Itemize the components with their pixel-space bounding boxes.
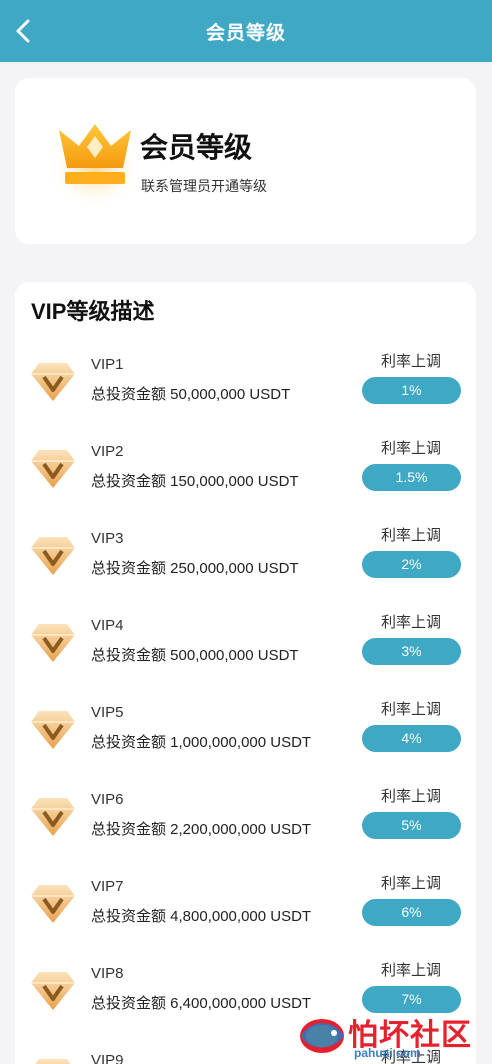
diamond-v-icon: [29, 707, 77, 751]
watermark-logo: 怕坏社区 pahuai.com: [296, 1006, 492, 1064]
diamond-v-icon: [29, 794, 77, 838]
vip-level-row: VIP5 总投资金额 1,000,000,000 USDT 利率上调 4%: [15, 696, 476, 766]
vip-level-name: VIP8: [91, 965, 124, 982]
rate-increase-badge: 5%: [362, 812, 461, 839]
vip-level-row: VIP7 总投资金额 4,800,000,000 USDT 利率上调 6%: [15, 870, 476, 940]
diamond-v-icon: [29, 1055, 77, 1064]
vip-level-row: VIP2 总投资金额 150,000,000 USDT 利率上调 1.5%: [15, 435, 476, 505]
diamond-v-icon: [29, 446, 77, 490]
vip-level-name: VIP4: [91, 617, 124, 634]
vip-total-investment: 总投资金额 1,000,000,000 USDT: [91, 734, 312, 751]
rate-increase-label: 利率上调: [380, 962, 441, 979]
rate-increase-label: 利率上调: [380, 788, 441, 805]
header-bar: 会员等级: [0, 0, 492, 62]
back-button[interactable]: [8, 15, 38, 47]
diamond-v-icon: [29, 359, 77, 403]
vip-level-name: VIP7: [91, 878, 124, 895]
rate-increase-label: 利率上调: [380, 701, 441, 718]
vip-level-name: VIP6: [91, 791, 124, 808]
page-title: 会员等级: [205, 22, 286, 44]
membership-summary-card: 会员等级 联系管理员开通等级: [15, 78, 476, 244]
vip-total-investment: 总投资金额 500,000,000 USDT: [91, 647, 299, 664]
vip-level-row: VIP4 总投资金额 500,000,000 USDT 利率上调 3%: [15, 609, 476, 679]
vip-total-investment: 总投资金额 50,000,000 USDT: [91, 386, 291, 403]
list-title: VIP等级描述: [31, 299, 155, 324]
vip-level-name: VIP3: [91, 530, 124, 547]
crown-icon: [45, 106, 145, 206]
rate-increase-badge: 6%: [362, 899, 461, 926]
rate-increase-badge: 3%: [362, 638, 461, 665]
rate-increase-label: 利率上调: [380, 875, 441, 892]
rate-increase-label: 利率上调: [380, 614, 441, 631]
vip-level-name: VIP2: [91, 443, 124, 460]
vip-level-list-card: VIP等级描述 VIP1 总投资金额 50,000,000 USDT 利率上调 …: [15, 282, 476, 1064]
vip-total-investment: 总投资金额 250,000,000 USDT: [91, 560, 299, 577]
summary-subtitle: 联系管理员开通等级: [141, 178, 267, 194]
vip-level-name: VIP5: [91, 704, 124, 721]
rate-increase-badge: 2%: [362, 551, 461, 578]
rate-increase-badge: 4%: [362, 725, 461, 752]
vip-level-row: VIP1 总投资金额 50,000,000 USDT 利率上调 1%: [15, 348, 476, 418]
diamond-v-icon: [29, 533, 77, 577]
rate-increase-label: 利率上调: [380, 527, 441, 544]
vip-total-investment: 总投资金额 2,200,000,000 USDT: [91, 821, 312, 838]
diamond-v-icon: [29, 620, 77, 664]
rate-increase-badge: 1.5%: [362, 464, 461, 491]
vip-total-investment: 总投资金额 4,800,000,000 USDT: [91, 908, 312, 925]
diamond-v-icon: [29, 968, 77, 1012]
rate-increase-label: 利率上调: [380, 440, 441, 457]
fish-icon: [300, 1019, 344, 1053]
rate-increase-label: 利率上调: [380, 353, 441, 370]
vip-level-row: VIP6 总投资金额 2,200,000,000 USDT 利率上调 5%: [15, 783, 476, 853]
watermark-sub: pahuai.com: [354, 1046, 421, 1060]
chevron-left-icon: [16, 19, 30, 43]
vip-level-name: VIP9: [91, 1052, 124, 1064]
vip-level-name: VIP1: [91, 356, 124, 373]
rate-increase-badge: 1%: [362, 377, 461, 404]
vip-total-investment: 总投资金额 150,000,000 USDT: [91, 473, 299, 490]
vip-total-investment: 总投资金额 6,400,000,000 USDT: [91, 995, 312, 1012]
vip-level-row: VIP3 总投资金额 250,000,000 USDT 利率上调 2%: [15, 522, 476, 592]
diamond-v-icon: [29, 881, 77, 925]
summary-title: 会员等级: [140, 132, 253, 163]
